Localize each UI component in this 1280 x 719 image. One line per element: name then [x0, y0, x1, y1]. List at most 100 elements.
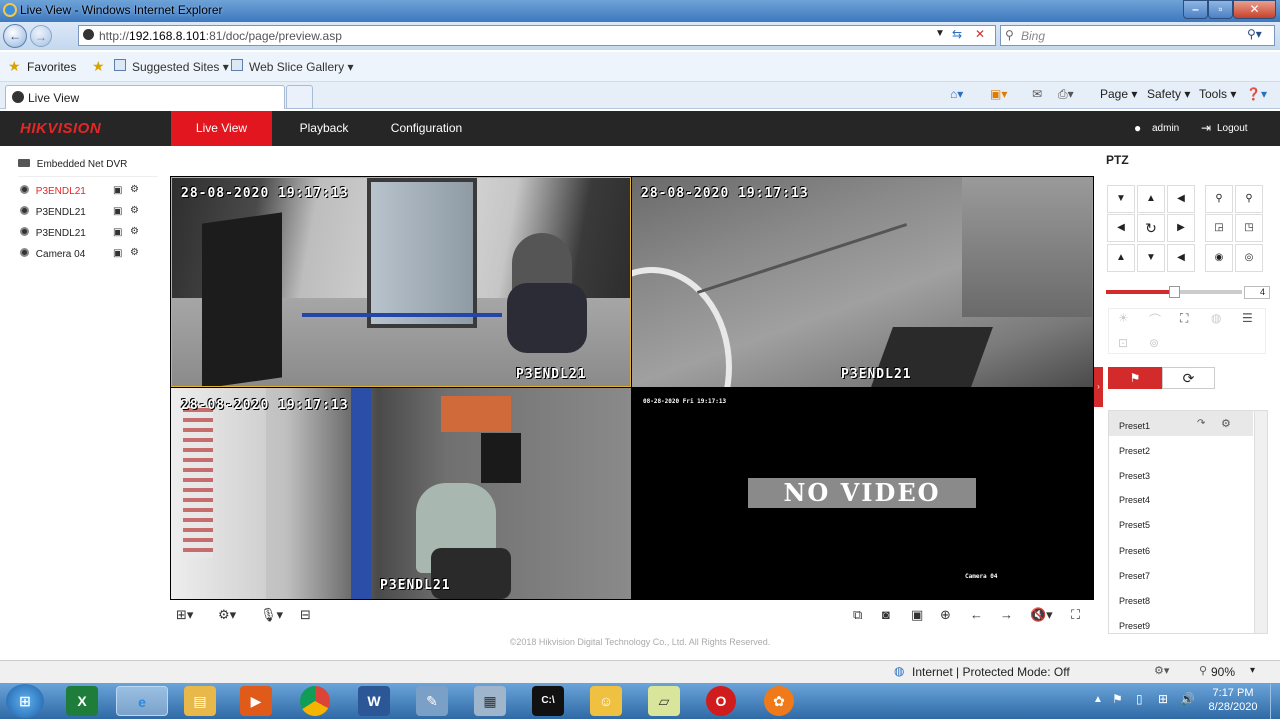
browser-tab[interactable]: Live View: [5, 85, 285, 109]
zoom-in-icon[interactable]: ⚲: [1235, 185, 1263, 213]
menu-icon[interactable]: ☰: [1242, 311, 1253, 325]
tools-menu[interactable]: Tools ▾: [1199, 87, 1236, 101]
preset-item[interactable]: Preset7: [1119, 571, 1150, 581]
favorites-button[interactable]: Favorites: [27, 60, 76, 74]
preset-item[interactable]: Preset9: [1119, 621, 1150, 631]
stream-type-icon[interactable]: ⚙▾: [218, 607, 236, 623]
zoom-level[interactable]: 90%: [1211, 665, 1235, 679]
patrol-tab[interactable]: ⟳: [1162, 367, 1215, 389]
previous-page-icon[interactable]: ←: [970, 607, 983, 622]
preset-item[interactable]: Preset6: [1119, 546, 1150, 556]
logout-icon[interactable]: ⇥: [1201, 121, 1211, 135]
preset-item[interactable]: Preset1: [1119, 421, 1150, 431]
logout-link[interactable]: Logout: [1217, 123, 1248, 134]
command-prompt-icon[interactable]: C:\: [532, 686, 564, 716]
ptz-down-button[interactable]: ▼: [1137, 244, 1165, 272]
calculator-icon[interactable]: ▦: [474, 686, 506, 716]
ptz-right-button[interactable]: ▶: [1167, 214, 1195, 242]
sticky-notes-icon[interactable]: ▱: [648, 686, 680, 716]
preset-item[interactable]: Preset4: [1119, 495, 1150, 505]
stream-icon[interactable]: ⚙: [130, 205, 139, 216]
preset-tab[interactable]: ⚑: [1108, 367, 1162, 389]
digital-zoom-icon[interactable]: ⊕: [940, 607, 951, 623]
video-wall-icon[interactable]: ⊟: [300, 607, 311, 623]
home-icon[interactable]: ⌂▾: [950, 87, 963, 101]
camera-list-item[interactable]: P3ENDL21: [20, 227, 86, 239]
lens-init-icon[interactable]: ◍: [1211, 311, 1221, 325]
ptz-up-left-button[interactable]: ▼: [1107, 185, 1135, 213]
focus-far-icon[interactable]: ◳: [1235, 214, 1263, 242]
dropdown-arrow-icon[interactable]: ▼: [935, 28, 945, 39]
network-icon[interactable]: ⊞: [1158, 692, 1168, 706]
security-zone[interactable]: Internet | Protected Mode: Off: [912, 665, 1070, 679]
safety-menu[interactable]: Safety ▾: [1147, 87, 1190, 101]
preset-item[interactable]: Preset5: [1119, 520, 1150, 530]
preset-item[interactable]: Preset8: [1119, 596, 1150, 606]
preset-item[interactable]: Preset3: [1119, 471, 1150, 481]
print-icon[interactable]: ⎙▾: [1058, 87, 1074, 102]
web-slice-gallery-link[interactable]: Web Slice Gallery ▾: [249, 60, 354, 74]
page-menu[interactable]: Page ▾: [1100, 87, 1137, 101]
iris-close-icon[interactable]: ◎: [1235, 244, 1263, 272]
ptz-up-right-button[interactable]: ◀: [1167, 185, 1195, 213]
nav-configuration[interactable]: Configuration: [378, 111, 475, 146]
camera-list-item[interactable]: Camera 04: [20, 248, 85, 260]
maximize-button[interactable]: ▫: [1208, 0, 1233, 19]
focus-assist-icon[interactable]: ⛶: [1180, 311, 1188, 326]
next-page-icon[interactable]: →: [1000, 607, 1013, 622]
video-tile-2[interactable]: [632, 177, 1093, 387]
new-tab-button[interactable]: [286, 85, 313, 109]
wiper-icon[interactable]: ⌒: [1149, 311, 1161, 328]
video-tile-3[interactable]: [171, 388, 631, 599]
suggested-sites-link[interactable]: Suggested Sites ▾: [132, 60, 229, 74]
record-icon[interactable]: ▣: [113, 206, 122, 217]
feeds-icon[interactable]: ▣▾: [990, 87, 1007, 101]
record-all-icon[interactable]: ▣: [911, 607, 923, 623]
battery-icon[interactable]: ▯: [1136, 692, 1143, 706]
set-preset-icon[interactable]: ⚙: [1221, 417, 1231, 430]
media-player-icon[interactable]: ▶: [240, 686, 272, 716]
stream-icon[interactable]: ⚙: [130, 226, 139, 237]
collapse-panel-button[interactable]: ›: [1094, 367, 1103, 407]
focus-near-icon[interactable]: ◲: [1205, 214, 1233, 242]
action-center-icon[interactable]: ⚑: [1112, 692, 1123, 706]
uc-browser-icon[interactable]: ✿: [764, 686, 794, 716]
address-bar[interactable]: http://192.168.8.101:81/doc/page/preview…: [78, 25, 996, 46]
ptz-auto-icon[interactable]: ↻: [1137, 214, 1165, 242]
device-tree-root[interactable]: Embedded Net DVR: [18, 159, 127, 170]
ptz-speed-handle[interactable]: [1169, 286, 1180, 298]
ptz-down-right-button[interactable]: ◀: [1167, 244, 1195, 272]
internet-explorer-icon[interactable]: e: [116, 686, 168, 716]
back-button[interactable]: ←: [3, 24, 27, 48]
record-icon[interactable]: ▣: [113, 248, 122, 259]
stream-icon[interactable]: ⚙: [130, 184, 139, 195]
stop-icon[interactable]: ✕: [975, 27, 985, 41]
volume-icon[interactable]: 🔇▾: [1030, 607, 1053, 623]
manual-track-icon[interactable]: ⊡: [1118, 336, 1128, 350]
fullscreen-icon[interactable]: ⛶: [1071, 607, 1080, 623]
camera-list-item[interactable]: P3ENDL21: [20, 185, 86, 197]
close-button[interactable]: ✕: [1233, 0, 1276, 19]
mail-icon[interactable]: ✉: [1032, 87, 1042, 101]
nav-live-view[interactable]: Live View: [171, 111, 272, 146]
forward-button[interactable]: →: [30, 25, 52, 47]
zoom-out-icon[interactable]: ⚲: [1205, 185, 1233, 213]
video-tile-1[interactable]: [171, 177, 631, 387]
nav-playback[interactable]: Playback: [282, 111, 366, 146]
word-icon[interactable]: W: [358, 686, 390, 716]
call-preset-icon[interactable]: ↷: [1197, 418, 1205, 429]
help-icon[interactable]: ❓▾: [1246, 87, 1267, 101]
ptz-left-button[interactable]: ◀: [1107, 214, 1135, 242]
window-layout-icon[interactable]: ⊞▾: [176, 607, 193, 623]
file-explorer-icon[interactable]: ▤: [184, 686, 216, 716]
record-icon[interactable]: ▣: [113, 185, 122, 196]
light-icon[interactable]: ☀: [1118, 311, 1129, 325]
protected-mode-icon[interactable]: ⚙▾: [1154, 664, 1169, 677]
preset-scrollbar[interactable]: [1254, 411, 1267, 633]
ptz-down-left-button[interactable]: ▲: [1107, 244, 1135, 272]
iris-open-icon[interactable]: ◉: [1205, 244, 1233, 272]
excel-icon[interactable]: X: [66, 686, 98, 716]
stop-all-icon[interactable]: ⧉: [853, 607, 862, 623]
system-clock[interactable]: 7:17 PM 8/28/2020: [1203, 686, 1263, 714]
ptz-up-button[interactable]: ▲: [1137, 185, 1165, 213]
